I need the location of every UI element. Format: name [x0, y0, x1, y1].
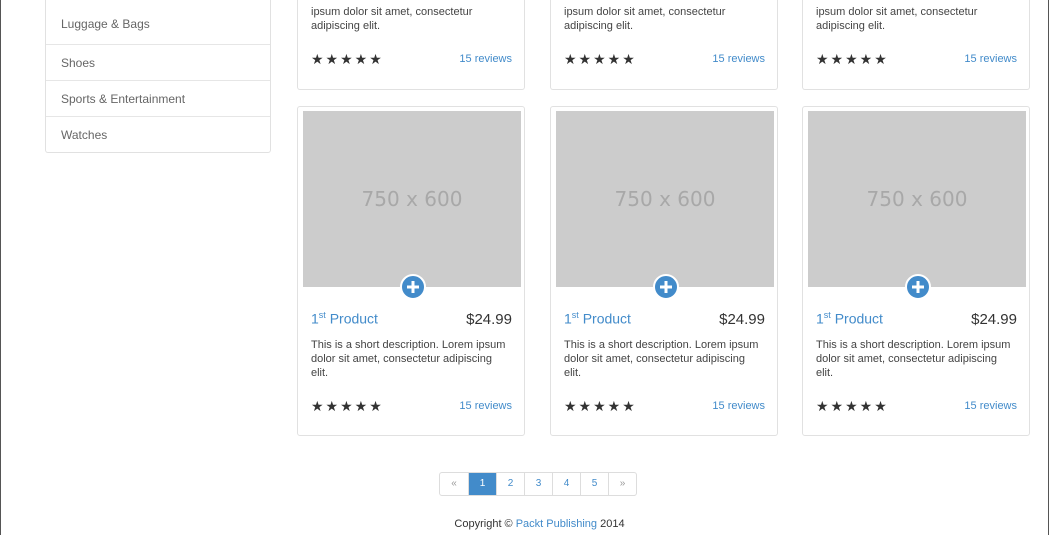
product-title-row: 1st Product $24.99: [816, 310, 1017, 332]
product-card-partial: ipsum dolor sit amet, consectetur adipis…: [802, 0, 1030, 90]
rating-row: ★★★★★ 15 reviews: [564, 50, 765, 68]
star-rating-icon: ★★★★★: [816, 397, 889, 414]
page-frame: Luggage & Bags Shoes Sports & Entertainm…: [0, 0, 1049, 535]
star-rating-icon: ★★★★★: [311, 50, 384, 67]
product-rank: 1: [311, 310, 319, 327]
footer-suffix: 2014: [597, 518, 625, 530]
category-list: Luggage & Bags Shoes Sports & Entertainm…: [45, 0, 271, 153]
rating-row: ★★★★★ 15 reviews: [816, 50, 1017, 68]
product-name-link[interactable]: 1st Product: [564, 310, 631, 327]
product-price: $24.99: [466, 310, 512, 328]
footer-copyright: Copyright © Packt Publishing 2014: [1, 518, 1049, 530]
plus-circle-icon[interactable]: [653, 274, 679, 300]
product-card-partial: ipsum dolor sit amet, consectetur adipis…: [550, 0, 778, 90]
plus-circle-icon[interactable]: [905, 274, 931, 300]
product-image-placeholder[interactable]: 750 x 600: [808, 111, 1026, 287]
pagination-page-4[interactable]: 4: [552, 473, 580, 495]
product-description: ipsum dolor sit amet, consectetur adipis…: [564, 6, 726, 32]
pagination-page-1[interactable]: 1: [468, 473, 496, 495]
product-rank-suffix: st: [571, 310, 579, 320]
product-name: Product: [830, 310, 883, 327]
product-name-link[interactable]: 1st Product: [816, 310, 883, 327]
pagination: « 1 2 3 4 5 »: [439, 472, 637, 496]
category-item-shoes[interactable]: Shoes: [46, 44, 270, 80]
star-rating-icon: ★★★★★: [816, 50, 889, 67]
product-description: This is a short description. Lorem ipsum…: [564, 339, 759, 379]
product-name: Product: [578, 310, 631, 327]
rating-row: ★★★★★ 15 reviews: [816, 397, 1017, 415]
reviews-link[interactable]: 15 reviews: [712, 400, 765, 412]
pagination-page-2[interactable]: 2: [496, 473, 524, 495]
product-image-placeholder[interactable]: 750 x 600: [303, 111, 521, 287]
reviews-link[interactable]: 15 reviews: [459, 400, 512, 412]
reviews-link[interactable]: 15 reviews: [964, 400, 1017, 412]
product-rank-suffix: st: [823, 310, 831, 320]
reviews-link[interactable]: 15 reviews: [459, 53, 512, 65]
product-image-placeholder[interactable]: 750 x 600: [556, 111, 774, 287]
product-description: ipsum dolor sit amet, consectetur adipis…: [311, 6, 473, 32]
product-description: ipsum dolor sit amet, consectetur adipis…: [816, 6, 978, 32]
pagination-prev[interactable]: «: [440, 473, 468, 495]
star-rating-icon: ★★★★★: [564, 397, 637, 414]
pagination-next[interactable]: »: [608, 473, 636, 495]
product-name-link[interactable]: 1st Product: [311, 310, 378, 327]
product-description: This is a short description. Lorem ipsum…: [816, 339, 1011, 379]
category-item-luggage-bags[interactable]: Luggage & Bags: [46, 0, 270, 44]
product-title-row: 1st Product $24.99: [564, 310, 765, 332]
product-price: $24.99: [719, 310, 765, 328]
product-card-partial: ipsum dolor sit amet, consectetur adipis…: [297, 0, 525, 90]
product-card: 750 x 600 1st Product $24.99 This is a s…: [802, 106, 1030, 436]
star-rating-icon: ★★★★★: [564, 50, 637, 67]
star-rating-icon: ★★★★★: [311, 397, 384, 414]
reviews-link[interactable]: 15 reviews: [712, 53, 765, 65]
pagination-page-3[interactable]: 3: [524, 473, 552, 495]
product-title-row: 1st Product $24.99: [311, 310, 512, 332]
product-rank: 1: [816, 310, 824, 327]
publisher-link[interactable]: Packt Publishing: [516, 518, 597, 530]
rating-row: ★★★★★ 15 reviews: [311, 397, 512, 415]
rating-row: ★★★★★ 15 reviews: [564, 397, 765, 415]
reviews-link[interactable]: 15 reviews: [964, 53, 1017, 65]
product-description: This is a short description. Lorem ipsum…: [311, 339, 506, 379]
product-name: Product: [325, 310, 378, 327]
product-card: 750 x 600 1st Product $24.99 This is a s…: [550, 106, 778, 436]
product-card: 750 x 600 1st Product $24.99 This is a s…: [297, 106, 525, 436]
category-item-watches[interactable]: Watches: [46, 116, 270, 152]
category-item-sports-entertainment[interactable]: Sports & Entertainment: [46, 80, 270, 116]
product-price: $24.99: [971, 310, 1017, 328]
footer-prefix: Copyright ©: [454, 518, 516, 530]
pagination-page-5[interactable]: 5: [580, 473, 608, 495]
product-rank-suffix: st: [318, 310, 326, 320]
rating-row: ★★★★★ 15 reviews: [311, 50, 512, 68]
product-rank: 1: [564, 310, 572, 327]
plus-circle-icon[interactable]: [400, 274, 426, 300]
